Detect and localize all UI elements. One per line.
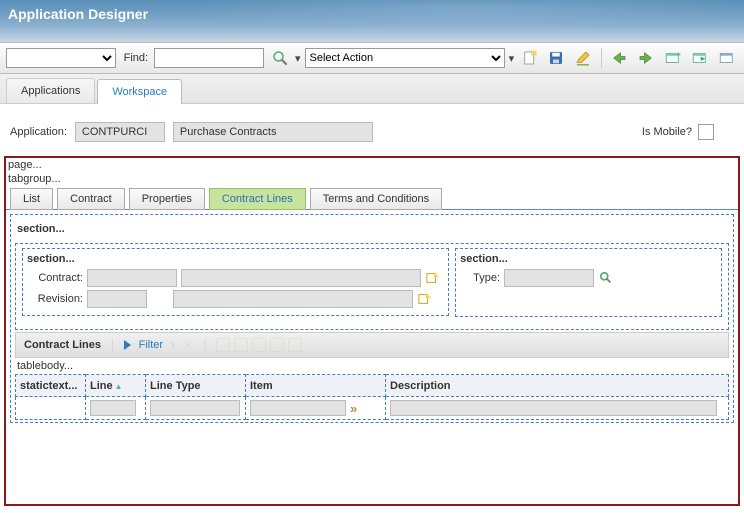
page-node[interactable]: page... xyxy=(6,158,738,172)
itab-contract-lines[interactable]: Contract Lines xyxy=(209,188,306,210)
is-mobile: Is Mobile? xyxy=(642,124,714,140)
app-header: Application Designer xyxy=(0,0,744,42)
is-mobile-label: Is Mobile? xyxy=(642,126,692,138)
section-outer[interactable]: section... section... Contract: Revisio xyxy=(10,214,734,423)
contract-field-2[interactable] xyxy=(181,269,421,287)
window-plus-icon[interactable]: + xyxy=(661,47,684,69)
itab-properties[interactable]: Properties xyxy=(129,188,205,210)
design-canvas: page... tabgroup... List Contract Proper… xyxy=(4,156,740,506)
revision-label: Revision: xyxy=(27,293,83,305)
cell-line-type[interactable] xyxy=(150,400,240,416)
table-toolbar: Contract Lines ┊ Filter › ⦿ ┊ xyxy=(15,332,729,358)
table-title: Contract Lines xyxy=(24,339,101,351)
paging-icons xyxy=(216,338,302,352)
action-select[interactable]: Select Action xyxy=(305,48,505,68)
lookup-icon[interactable] xyxy=(598,270,614,286)
col-description[interactable]: Description xyxy=(386,375,729,397)
forward-icon[interactable] xyxy=(635,47,658,69)
tablebody-node[interactable]: tablebody... xyxy=(13,358,731,374)
tab-workspace[interactable]: Workspace xyxy=(97,79,182,104)
section-right[interactable]: section... Type: xyxy=(455,248,722,317)
itab-list[interactable]: List xyxy=(10,188,53,210)
window-icon[interactable] xyxy=(715,47,738,69)
col-item[interactable]: Item xyxy=(246,375,386,397)
itab-contract[interactable]: Contract xyxy=(57,188,125,210)
back-icon[interactable] xyxy=(608,47,631,69)
contract-field-1[interactable] xyxy=(87,269,177,287)
new-icon[interactable] xyxy=(518,47,541,69)
tabgroup-node[interactable]: tabgroup... xyxy=(6,172,738,186)
detail-menu-icon-2[interactable] xyxy=(417,291,433,307)
application-code[interactable]: CONTPURCI xyxy=(75,122,165,142)
tab-applications[interactable]: Applications xyxy=(6,78,95,103)
app-title: Application Designer xyxy=(0,0,744,28)
type-field[interactable] xyxy=(504,269,594,287)
filter-play-icon[interactable] xyxy=(124,340,131,350)
section-label: section... xyxy=(13,217,731,241)
detail-menu-icon[interactable] xyxy=(425,270,441,286)
col-line[interactable]: Line▲ xyxy=(86,375,146,397)
search-icon[interactable] xyxy=(268,47,291,69)
app-quickselect[interactable] xyxy=(6,48,116,68)
col-line-type[interactable]: Line Type xyxy=(146,375,246,397)
revision-field-1[interactable] xyxy=(87,290,147,308)
cell-description[interactable] xyxy=(390,400,717,416)
window-arrow-icon[interactable] xyxy=(688,47,711,69)
toolbar: Find: ▾ Select Action ▾ + xyxy=(0,42,744,74)
cell-item[interactable] xyxy=(250,400,346,416)
svg-text:+: + xyxy=(677,50,682,59)
itab-terms[interactable]: Terms and Conditions xyxy=(310,188,442,210)
is-mobile-checkbox[interactable] xyxy=(698,124,714,140)
save-icon[interactable] xyxy=(545,47,568,69)
contract-lines-table: statictext... Line▲ Line Type Item Descr… xyxy=(15,374,729,420)
find-input[interactable] xyxy=(154,48,264,68)
inner-tabs: List Contract Properties Contract Lines … xyxy=(6,186,738,210)
section-left[interactable]: section... Contract: Revision: xyxy=(22,248,449,316)
table-row[interactable]: » xyxy=(16,397,729,420)
expand-icon[interactable]: » xyxy=(350,401,357,416)
main-tabs: Applications Workspace xyxy=(0,74,744,104)
type-label: Type: xyxy=(460,272,500,284)
find-label: Find: xyxy=(124,52,148,64)
section-right-label: section... xyxy=(460,253,717,265)
col-statictext[interactable]: statictext... xyxy=(16,375,86,397)
application-label: Application: xyxy=(10,126,67,138)
section-left-label: section... xyxy=(27,253,444,265)
cell-line[interactable] xyxy=(90,400,136,416)
revision-field-2[interactable] xyxy=(173,290,413,308)
filter-link[interactable]: Filter xyxy=(139,339,163,351)
application-desc[interactable]: Purchase Contracts xyxy=(173,122,373,142)
app-info: Application: CONTPURCI Purchase Contract… xyxy=(0,104,744,152)
edit-icon[interactable] xyxy=(572,47,595,69)
contract-label: Contract: xyxy=(27,272,83,284)
